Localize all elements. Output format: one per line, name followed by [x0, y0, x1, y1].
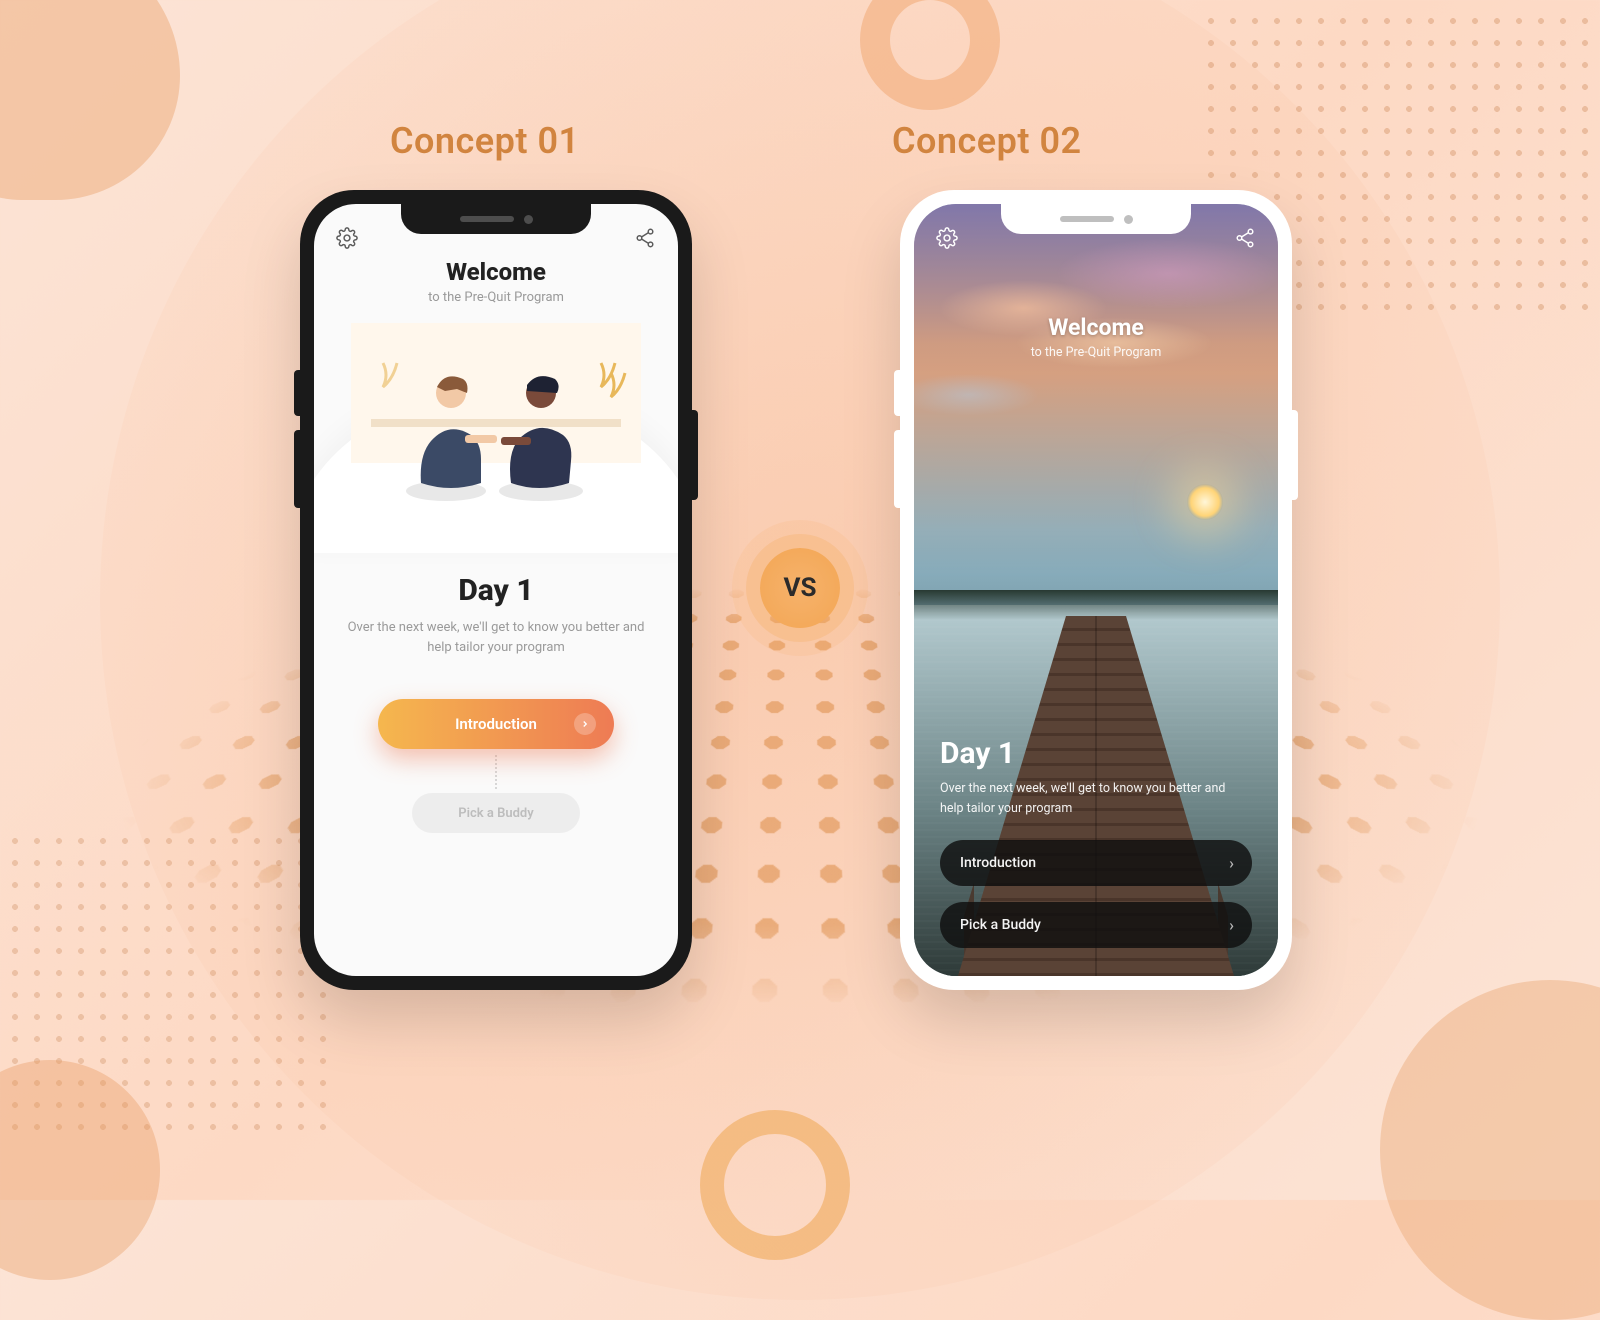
day-title: Day 1 — [940, 736, 1252, 771]
concept-1-label: Concept 01 — [390, 120, 580, 162]
introduction-button-label: Introduction — [960, 855, 1036, 871]
welcome-title: Welcome — [914, 314, 1278, 341]
concept-2-label: Concept 02 — [892, 120, 1082, 162]
phone-concept-2: Welcome to the Pre-Quit Program Day 1 Ov… — [900, 190, 1292, 990]
introduction-button[interactable]: Introduction › — [940, 840, 1252, 886]
welcome-subtitle: to the Pre-Quit Program — [914, 345, 1278, 360]
welcome-subtitle: to the Pre-Quit Program — [314, 290, 678, 305]
share-icon[interactable] — [634, 227, 656, 249]
hero-illustration — [351, 323, 641, 513]
chevron-right-icon: › — [1229, 854, 1234, 873]
pick-buddy-button-label: Pick a Buddy — [458, 806, 533, 821]
phone-notch — [401, 204, 591, 234]
bg-blob-top-left — [0, 0, 180, 200]
phone-notch — [1001, 204, 1191, 234]
pick-buddy-button-label: Pick a Buddy — [960, 917, 1041, 933]
pick-buddy-button[interactable]: Pick a Buddy › — [940, 902, 1252, 948]
sun-icon — [1187, 484, 1223, 520]
vs-badge: VS — [760, 548, 840, 628]
day-description: Over the next week, we'll get to know yo… — [342, 618, 650, 657]
screen-concept-1: Welcome to the Pre-Quit Program — [314, 204, 678, 976]
screen-concept-2: Welcome to the Pre-Quit Program Day 1 Ov… — [914, 204, 1278, 976]
step-connector — [495, 755, 497, 789]
chevron-right-icon — [574, 713, 596, 735]
pick-buddy-button[interactable]: Pick a Buddy — [412, 793, 580, 833]
welcome-title: Welcome — [314, 258, 678, 286]
bg-ring-bottom — [700, 1110, 850, 1260]
phone-concept-1: Welcome to the Pre-Quit Program — [300, 190, 692, 990]
day-description: Over the next week, we'll get to know yo… — [940, 779, 1230, 818]
gear-icon[interactable] — [936, 227, 958, 249]
day-title: Day 1 — [314, 573, 678, 608]
gear-icon[interactable] — [336, 227, 358, 249]
introduction-button[interactable]: Introduction — [378, 699, 614, 749]
share-icon[interactable] — [1234, 227, 1256, 249]
introduction-button-label: Introduction — [455, 715, 537, 733]
chevron-right-icon: › — [1229, 916, 1234, 935]
